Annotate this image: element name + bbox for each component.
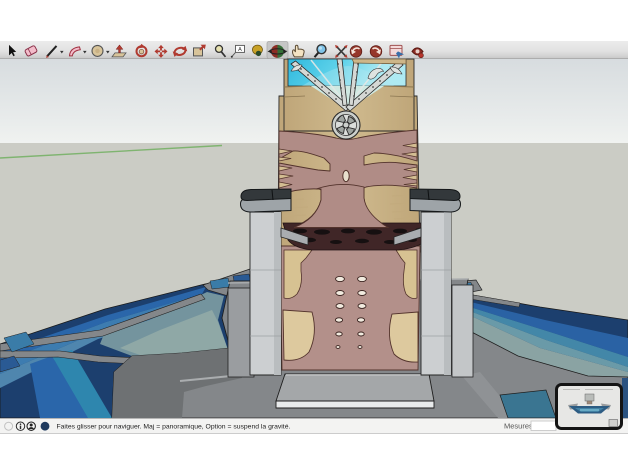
svg-text:Mesures: Mesures xyxy=(504,422,533,431)
svg-text:Faites glisser pour naviguer.: Faites glisser pour naviguer. Maj = pano… xyxy=(57,424,291,431)
svg-text:A: A xyxy=(238,47,242,53)
